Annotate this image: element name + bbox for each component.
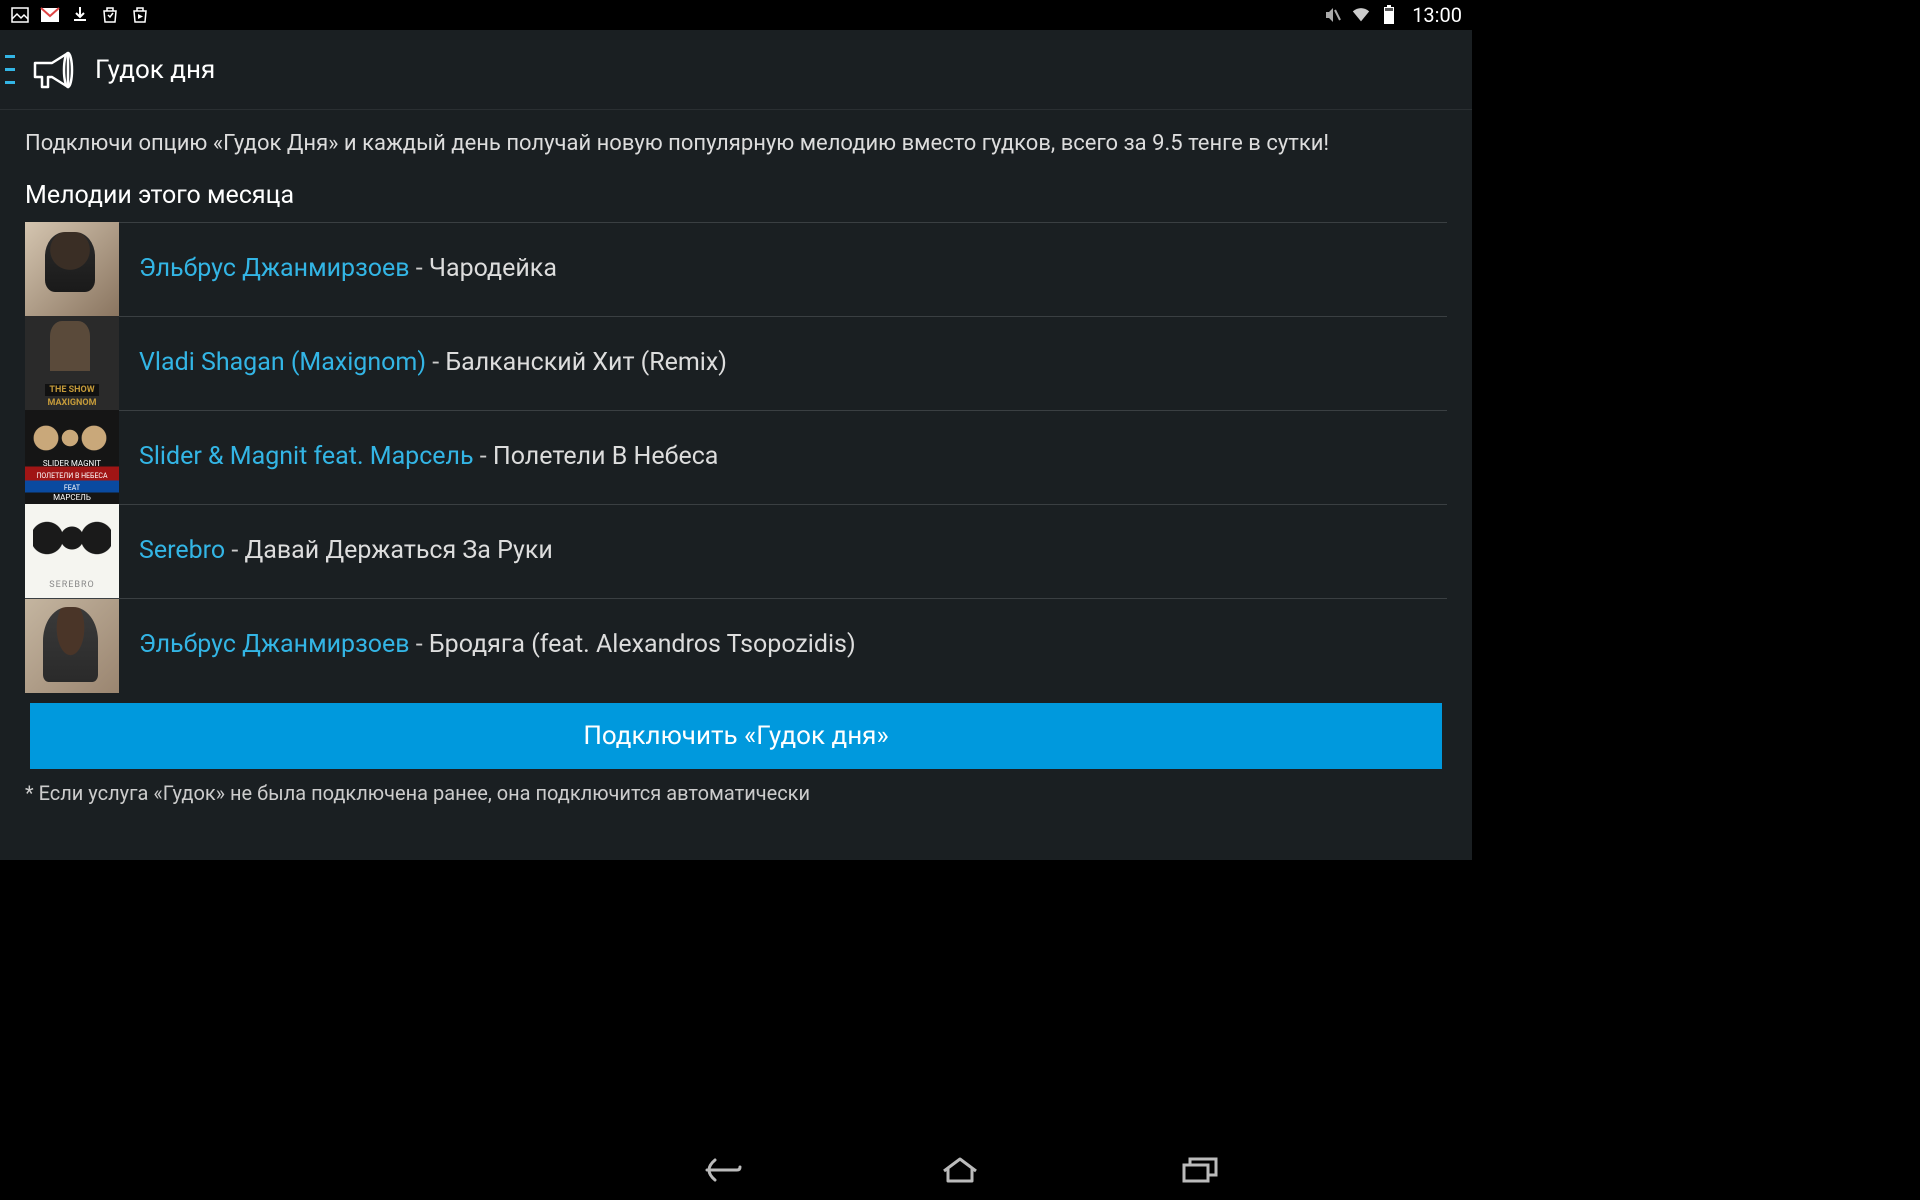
track-info: Эльбрус Джанмирзоев - Бродяга (feat. Ale… — [139, 629, 856, 662]
album-art — [25, 222, 119, 316]
track-title: Давай Держаться За Руки — [244, 536, 552, 565]
drawer-indicator-icon[interactable] — [5, 50, 15, 90]
separator: - — [474, 442, 493, 471]
battery-icon — [1379, 5, 1399, 25]
track-title: Бродяга (feat. Alexandros Tsopozidis) — [429, 630, 856, 659]
track-item[interactable]: THE SHOW MAXIGNOM Vladi Shagan (Maxignom… — [25, 317, 1447, 411]
recent-apps-button[interactable] — [1170, 1150, 1230, 1190]
artist-name: Эльбрус Джанмирзоев — [139, 630, 410, 659]
track-item[interactable]: Serebro - Давай Держаться За Руки — [25, 505, 1447, 599]
app-header: Гудок дня — [0, 30, 1472, 110]
main-content: Подключи опцию «Гудок Дня» и каждый день… — [0, 110, 1472, 860]
mute-icon — [1323, 5, 1343, 25]
album-art — [25, 599, 119, 693]
track-info: Эльбрус Джанмирзоев - Чародейка — [139, 253, 557, 286]
track-item[interactable]: Эльбрус Джанмирзоев - Бродяга (feat. Ale… — [25, 599, 1447, 693]
track-info: Serebro - Давай Держаться За Руки — [139, 535, 553, 568]
image-icon — [10, 5, 30, 25]
separator: - — [410, 254, 429, 283]
artist-name: Эльбрус Джанмирзоев — [139, 254, 410, 283]
separator: - — [225, 536, 244, 565]
section-title: Мелодии этого месяца — [25, 181, 1447, 210]
separator: - — [426, 348, 445, 377]
track-title: Балканский Хит (Remix) — [445, 348, 727, 377]
track-list: Эльбрус Джанмирзоев - Чародейка THE SHOW… — [25, 222, 1447, 693]
artist-name: Slider & Magnit feat. Марсель — [139, 442, 474, 471]
footnote-text: * Если услуга «Гудок» не была подключена… — [25, 781, 1447, 805]
description-text: Подключи опцию «Гудок Дня» и каждый день… — [25, 130, 1447, 159]
separator: - — [410, 630, 429, 659]
status-left — [10, 5, 150, 25]
subscribe-button[interactable]: Подключить «Гудок дня» — [30, 703, 1442, 769]
artist-name: Vladi Shagan (Maxignom) — [139, 348, 426, 377]
page-title: Гудок дня — [95, 55, 215, 85]
track-info: Vladi Shagan (Maxignom) - Балканский Хит… — [139, 347, 727, 380]
track-title: Полетели В Небеса — [493, 442, 719, 471]
album-art — [25, 504, 119, 598]
megaphone-icon[interactable] — [20, 45, 80, 95]
track-item[interactable]: Эльбрус Джанмирзоев - Чародейка — [25, 223, 1447, 317]
back-button[interactable] — [690, 1150, 750, 1190]
album-art: SLIDER MAGNIT ПОЛЕТЕЛИ В НЕБЕСА FEAT МАР… — [25, 410, 119, 504]
status-right: 13:00 — [1323, 3, 1462, 27]
play-store-icon — [130, 5, 150, 25]
album-art: THE SHOW MAXIGNOM — [25, 316, 119, 410]
clock-time: 13:00 — [1412, 3, 1462, 27]
download-icon — [70, 5, 90, 25]
track-info: Slider & Magnit feat. Марсель - Полетели… — [139, 441, 718, 474]
status-bar: 13:00 — [0, 0, 1472, 30]
artist-name: Serebro — [139, 536, 225, 565]
gmail-icon — [40, 5, 60, 25]
track-item[interactable]: SLIDER MAGNIT ПОЛЕТЕЛИ В НЕБЕСА FEAT МАР… — [25, 411, 1447, 505]
wifi-icon — [1351, 5, 1371, 25]
navigation-bar — [0, 1140, 1920, 1200]
store-icon — [100, 5, 120, 25]
home-button[interactable] — [930, 1150, 990, 1190]
track-title: Чародейка — [429, 254, 557, 283]
